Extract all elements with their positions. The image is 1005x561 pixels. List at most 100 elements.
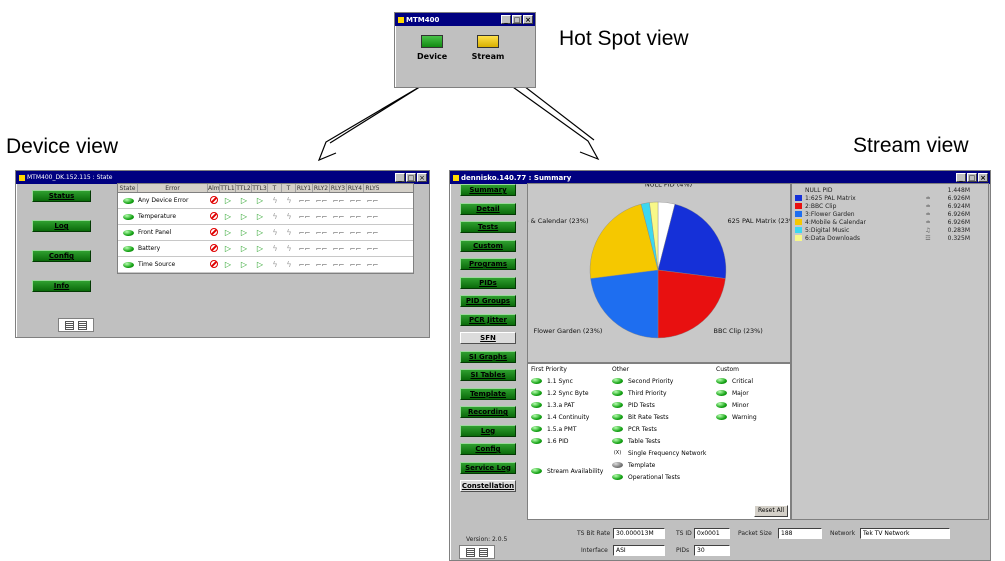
test-item[interactable]: Table Tests <box>612 435 706 447</box>
test-item[interactable]: PID Tests <box>612 399 706 411</box>
ttl-output-icon[interactable]: ▷ <box>252 244 268 253</box>
table-row[interactable]: Battery ▷ ▷ ▷ ϟ ϟ ⌐⌐ ⌐⌐ ⌐⌐ ⌐⌐ ⌐⌐ <box>118 241 413 257</box>
trigger-icon[interactable]: ϟ <box>282 196 296 205</box>
relay-icon[interactable]: ⌐⌐ <box>347 229 364 237</box>
relay-icon[interactable]: ⌐⌐ <box>313 213 330 221</box>
test-item[interactable]: 1.4 Continuity <box>531 411 603 423</box>
pid-legend-row[interactable]: 3:Flower Garden ≐ 6.926M <box>795 210 970 218</box>
status-button[interactable]: Status <box>32 190 91 202</box>
test-item[interactable]: Template <box>612 459 706 471</box>
nav-button-si-graphs[interactable]: SI Graphs <box>460 350 516 363</box>
test-item[interactable]: Warning <box>716 411 757 423</box>
close-button[interactable]: × <box>523 15 533 24</box>
relay-icon[interactable]: ⌐⌐ <box>296 229 313 237</box>
trigger-icon[interactable]: ϟ <box>268 212 282 221</box>
maximize-button[interactable]: □ <box>967 173 977 182</box>
relay-icon[interactable]: ⌐⌐ <box>364 229 381 237</box>
relay-icon[interactable]: ⌐⌐ <box>347 213 364 221</box>
relay-icon[interactable]: ⌐⌐ <box>330 245 347 253</box>
relay-icon[interactable]: ⌐⌐ <box>296 197 313 205</box>
pid-legend-row[interactable]: 6:Data Downloads ☲ 0.325M <box>795 234 970 242</box>
info-button[interactable]: Info <box>32 280 91 292</box>
relay-icon[interactable]: ⌐⌐ <box>313 261 330 269</box>
trigger-icon[interactable]: ϟ <box>282 244 296 253</box>
trigger-icon[interactable]: ϟ <box>282 260 296 269</box>
relay-icon[interactable]: ⌐⌐ <box>330 261 347 269</box>
test-item[interactable]: 1.6 PID <box>531 435 603 447</box>
stream-view-toggle[interactable] <box>459 545 495 559</box>
table-row[interactable]: Front Panel ▷ ▷ ▷ ϟ ϟ ⌐⌐ ⌐⌐ ⌐⌐ ⌐⌐ ⌐⌐ <box>118 225 413 241</box>
test-item[interactable]: Second Priority <box>612 375 706 387</box>
relay-icon[interactable]: ⌐⌐ <box>364 261 381 269</box>
nav-button-template[interactable]: Template <box>460 387 516 400</box>
close-button[interactable]: × <box>417 173 427 182</box>
relay-icon[interactable]: ⌐⌐ <box>347 245 364 253</box>
nav-button-pids[interactable]: PIDs <box>460 276 516 289</box>
ttl-output-icon[interactable]: ▷ <box>252 260 268 269</box>
test-item[interactable]: 1.1 Sync <box>531 375 603 387</box>
ttl-output-icon[interactable]: ▷ <box>236 244 252 253</box>
ttl-output-icon[interactable]: ▷ <box>252 212 268 221</box>
reset-all-button[interactable]: Reset All <box>754 505 788 517</box>
relay-icon[interactable]: ⌐⌐ <box>330 229 347 237</box>
pid-legend-row[interactable]: 1:625 PAL Matrix ≐ 6.926M <box>795 194 970 202</box>
list-view-icon[interactable] <box>65 321 74 330</box>
test-item[interactable]: Minor <box>716 399 757 411</box>
relay-icon[interactable]: ⌐⌐ <box>296 213 313 221</box>
config-button[interactable]: Config <box>32 250 91 262</box>
ttl-output-icon[interactable]: ▷ <box>220 228 236 237</box>
ttl-output-icon[interactable]: ▷ <box>236 228 252 237</box>
ttl-output-icon[interactable]: ▷ <box>236 260 252 269</box>
test-item[interactable]: Major <box>716 387 757 399</box>
hotspot-stream[interactable]: Stream <box>471 35 505 61</box>
nav-button-config[interactable]: Config <box>460 443 516 455</box>
pid-legend-row[interactable]: 5:Digital Music ♫ 0.283M <box>795 226 970 234</box>
relay-icon[interactable]: ⌐⌐ <box>347 261 364 269</box>
hotspot-device[interactable]: Device <box>417 35 447 61</box>
pid-legend-row[interactable]: NULL PID 1.448M <box>795 186 970 194</box>
test-item[interactable]: (X) Single Frequency Network <box>612 447 706 459</box>
ttl-output-icon[interactable]: ▷ <box>220 260 236 269</box>
relay-icon[interactable]: ⌐⌐ <box>313 197 330 205</box>
nav-button-recording[interactable]: Recording <box>460 406 516 418</box>
relay-icon[interactable]: ⌐⌐ <box>364 213 381 221</box>
relay-icon[interactable]: ⌐⌐ <box>330 197 347 205</box>
table-row[interactable]: Any Device Error ▷ ▷ ▷ ϟ ϟ ⌐⌐ ⌐⌐ ⌐⌐ ⌐⌐ ⌐⌐ <box>118 193 413 209</box>
test-item[interactable]: 1.2 Sync Byte <box>531 387 603 399</box>
test-item[interactable]: Third Priority <box>612 387 706 399</box>
table-row[interactable]: Time Source ▷ ▷ ▷ ϟ ϟ ⌐⌐ ⌐⌐ ⌐⌐ ⌐⌐ ⌐⌐ <box>118 257 413 273</box>
alarm-disabled-icon[interactable] <box>210 259 218 268</box>
nav-button-custom[interactable]: Custom <box>460 239 516 252</box>
stream-availability-test[interactable]: Stream Availability <box>531 465 603 477</box>
pid-legend-row[interactable]: 4:Mobile & Calendar ≐ 6.926M <box>795 218 970 226</box>
relay-icon[interactable]: ⌐⌐ <box>296 245 313 253</box>
trigger-icon[interactable]: ϟ <box>268 196 282 205</box>
test-item[interactable]: PCR Tests <box>612 423 706 435</box>
relay-icon[interactable]: ⌐⌐ <box>313 229 330 237</box>
alarm-disabled-icon[interactable] <box>210 195 218 204</box>
trigger-icon[interactable]: ϟ <box>268 228 282 237</box>
minimize-button[interactable]: _ <box>956 173 966 182</box>
ttl-output-icon[interactable]: ▷ <box>236 196 252 205</box>
pid-legend-row[interactable]: 2:BBC Clip ≐ 6.924M <box>795 202 970 210</box>
minimize-button[interactable]: _ <box>501 15 511 24</box>
test-item[interactable]: Operational Tests <box>612 471 706 483</box>
hotspot-titlebar[interactable]: MTM400 _ □ × <box>395 13 535 26</box>
nav-button-constellation[interactable]: Constellation <box>460 480 516 492</box>
relay-icon[interactable]: ⌐⌐ <box>296 261 313 269</box>
alarm-disabled-icon[interactable] <box>210 211 218 220</box>
test-item[interactable]: 1.5.a PMT <box>531 423 603 435</box>
ttl-output-icon[interactable]: ▷ <box>220 244 236 253</box>
maximize-button[interactable]: □ <box>406 173 416 182</box>
trigger-icon[interactable]: ϟ <box>268 260 282 269</box>
log-button[interactable]: Log <box>32 220 91 232</box>
close-button[interactable]: × <box>978 173 988 182</box>
ttl-output-icon[interactable]: ▷ <box>220 212 236 221</box>
nav-button-si-tables[interactable]: SI Tables <box>460 369 516 381</box>
trigger-icon[interactable]: ϟ <box>282 228 296 237</box>
relay-icon[interactable]: ⌐⌐ <box>330 213 347 221</box>
nav-button-pid-groups[interactable]: PID Groups <box>460 295 516 307</box>
table-row[interactable]: Temperature ▷ ▷ ▷ ϟ ϟ ⌐⌐ ⌐⌐ ⌐⌐ ⌐⌐ ⌐⌐ <box>118 209 413 225</box>
trigger-icon[interactable]: ϟ <box>268 244 282 253</box>
list-view-icon[interactable] <box>466 548 475 557</box>
